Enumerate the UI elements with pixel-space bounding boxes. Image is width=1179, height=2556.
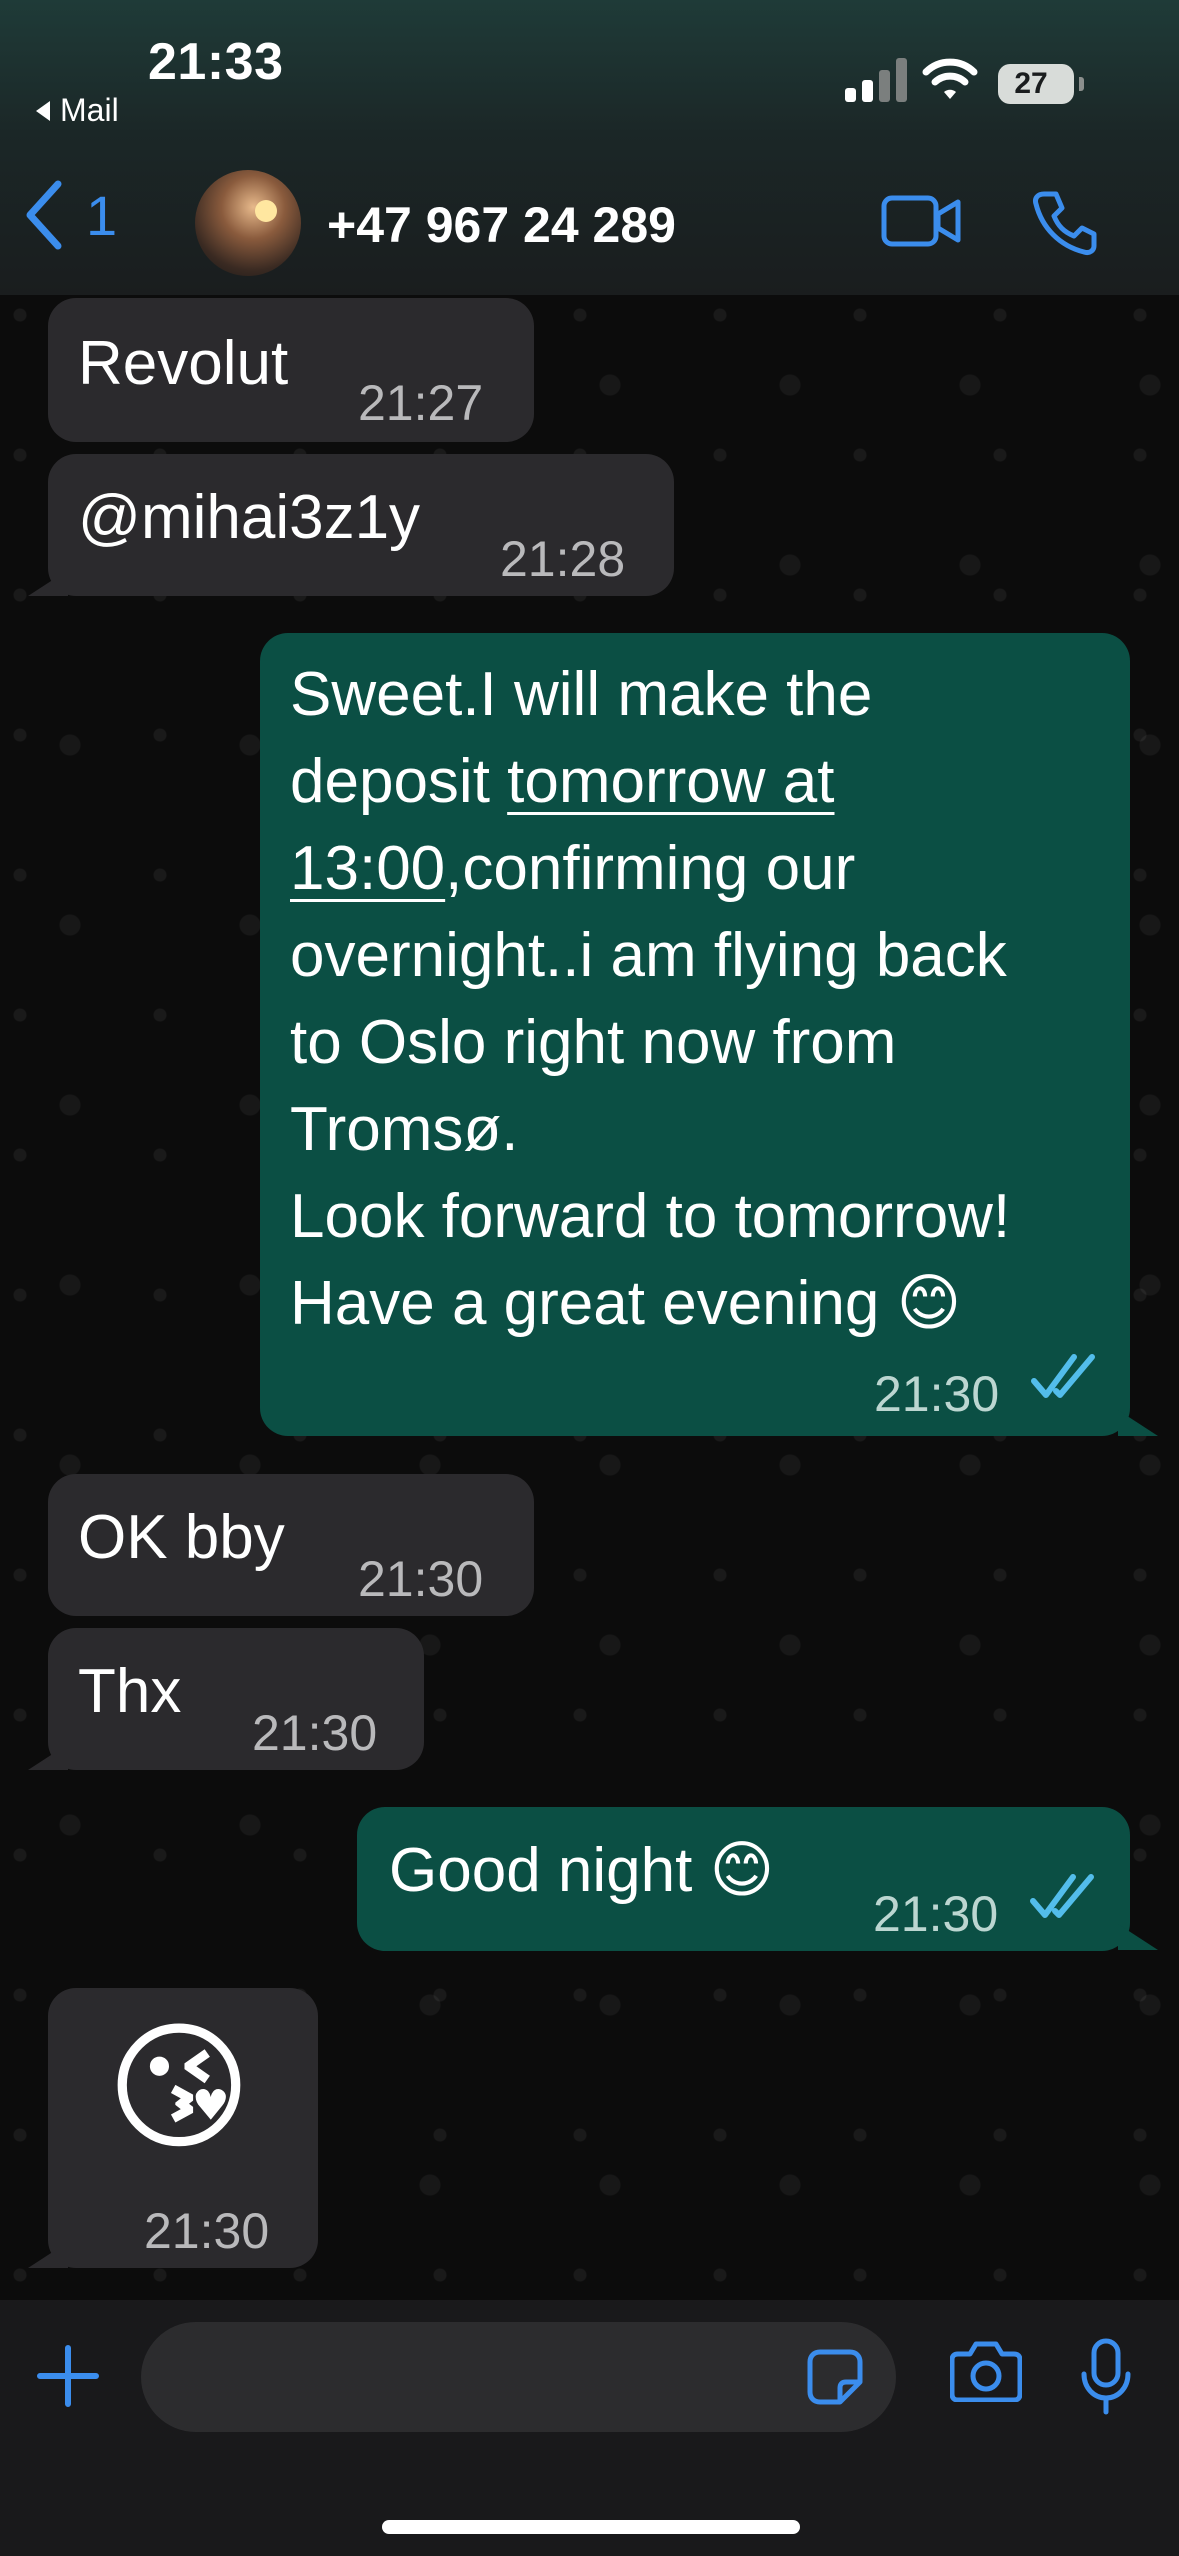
read-receipt-icon bbox=[1031, 1354, 1095, 1398]
message-text: Revolut bbox=[78, 329, 289, 398]
wifi-icon bbox=[922, 58, 978, 99]
emoji-kiss: 😘 bbox=[106, 2009, 252, 2166]
read-receipt-icon bbox=[1030, 1874, 1094, 1918]
phone-call-icon[interactable] bbox=[1030, 188, 1100, 258]
message-time: 21:28 bbox=[500, 531, 626, 587]
message-time: 21:30 bbox=[252, 1705, 378, 1761]
message-incoming[interactable]: @mihai3z1y 21:28 bbox=[48, 454, 674, 596]
message-outgoing[interactable]: Good night 😊 21:30 bbox=[357, 1807, 1130, 1951]
message-time: 21:30 bbox=[358, 1551, 484, 1607]
message-time: 21:27 bbox=[358, 375, 484, 431]
battery-icon: 27 bbox=[998, 64, 1084, 104]
message-time: 21:30 bbox=[873, 1886, 999, 1942]
camera-icon[interactable] bbox=[950, 2340, 1022, 2402]
plus-icon[interactable] bbox=[36, 2344, 100, 2408]
message-input[interactable] bbox=[141, 2322, 896, 2432]
message-outgoing[interactable]: Sweet.I will make the deposit tomorrow a… bbox=[260, 633, 1130, 1436]
message-time: 21:30 bbox=[874, 1366, 1000, 1422]
message-text: Thx bbox=[78, 1657, 182, 1726]
message-text: Good night 😊 bbox=[389, 1836, 775, 1905]
battery-level: 27 bbox=[1014, 67, 1048, 100]
microphone-icon[interactable] bbox=[1080, 2338, 1132, 2416]
message-text: @mihai3z1y bbox=[78, 483, 421, 552]
back-to-mail-label: Mail bbox=[60, 92, 119, 128]
unread-count: 1 bbox=[86, 183, 118, 247]
back-chevron-icon bbox=[26, 180, 62, 250]
signal-icon bbox=[845, 58, 907, 102]
time-link[interactable]: 13:00 bbox=[290, 834, 445, 903]
message-incoming[interactable]: Thx 21:30 bbox=[48, 1628, 424, 1770]
top-bar: 21:33 Mail 27 1 +47 967 24 289 bbox=[0, 0, 1179, 295]
contact-name[interactable]: +47 967 24 289 bbox=[327, 196, 676, 254]
date-link[interactable]: tomorrow at bbox=[507, 747, 834, 816]
message-text: Sweet.I will make the deposit tomorrow a… bbox=[290, 660, 1011, 1338]
message-text: OK bby bbox=[78, 1503, 285, 1572]
back-button[interactable]: 1 bbox=[24, 180, 117, 250]
status-time: 21:33 bbox=[148, 33, 284, 91]
back-triangle-icon bbox=[36, 100, 50, 121]
message-incoming[interactable]: OK bby 21:30 bbox=[48, 1474, 534, 1616]
contact-avatar[interactable] bbox=[195, 170, 301, 276]
home-indicator[interactable] bbox=[382, 2520, 800, 2534]
back-to-mail-link[interactable]: Mail bbox=[36, 92, 119, 129]
video-call-icon[interactable] bbox=[880, 192, 962, 250]
message-time: 21:30 bbox=[144, 2203, 270, 2259]
sticker-icon[interactable] bbox=[806, 2348, 864, 2406]
message-incoming-emoji[interactable]: 😘 21:30 bbox=[48, 1988, 318, 2268]
message-incoming[interactable]: Revolut 21:27 bbox=[48, 298, 534, 442]
